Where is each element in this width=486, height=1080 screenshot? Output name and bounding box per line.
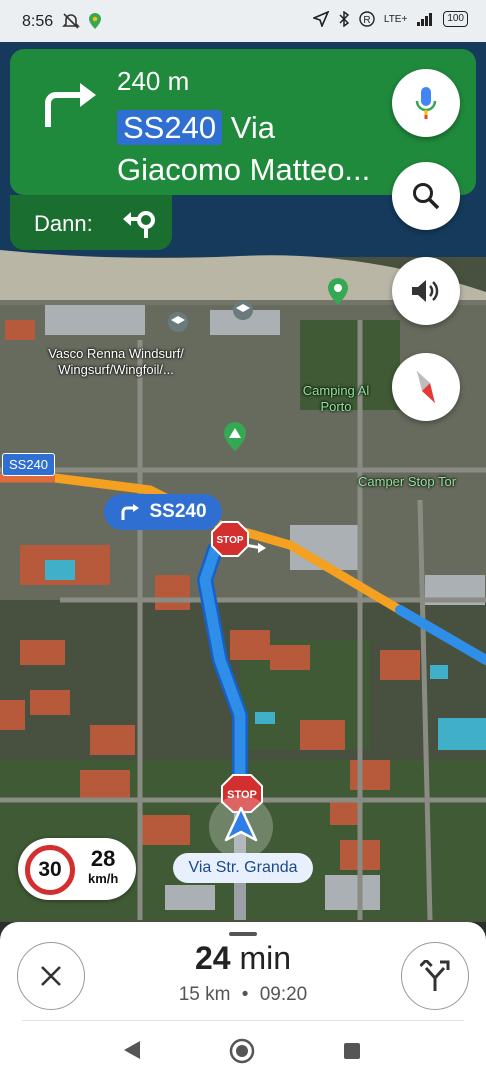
- current-location-icon: [209, 795, 273, 859]
- separator: •: [241, 984, 249, 1005]
- trip-distance: 15 km: [178, 984, 231, 1005]
- turn-chip-label: SS240: [149, 501, 207, 522]
- mic-icon: [415, 87, 437, 119]
- current-street-label: Via Str. Granda: [173, 853, 313, 883]
- stop-sign-icon: STOP: [211, 521, 249, 557]
- speed-limit-sign: 30: [25, 845, 75, 895]
- then-instruction-card[interactable]: Dann:: [10, 195, 172, 250]
- status-bar: 8:56 R LTE+ 100: [0, 0, 486, 42]
- map-place-label[interactable]: Camping Al Porto: [296, 383, 376, 415]
- network-type: LTE+: [383, 13, 408, 25]
- back-icon[interactable]: [122, 1039, 142, 1061]
- map-place-label[interactable]: Vasco Renna Windsurf/ Wingsurf/Wingfoil/…: [36, 346, 196, 378]
- alternate-routes-button[interactable]: [401, 942, 469, 1010]
- search-button[interactable]: [392, 162, 460, 230]
- volume-icon: [412, 280, 439, 302]
- svg-text:R: R: [363, 15, 370, 26]
- street-name: SS240 Via Giacomo Matteo...: [117, 107, 402, 191]
- bluetooth-icon: [339, 11, 350, 27]
- current-speed-value: 28: [90, 846, 116, 871]
- divider: [22, 1020, 464, 1021]
- voice-search-button[interactable]: [392, 69, 460, 137]
- duration-value: 24: [194, 940, 231, 976]
- alt-routes-icon: [420, 960, 450, 991]
- location-arrow-icon: [312, 11, 329, 27]
- road-shield-label: SS240: [2, 453, 56, 476]
- battery-indicator: 100: [443, 11, 468, 27]
- current-speed: 28 km/h: [88, 846, 119, 889]
- signal-icon: [417, 13, 433, 26]
- sound-button[interactable]: [392, 257, 460, 325]
- roaming-icon: R: [359, 11, 375, 27]
- turn-right-icon: [45, 83, 96, 127]
- compass-button[interactable]: [392, 353, 460, 421]
- then-label: Dann:: [34, 211, 93, 236]
- sheet-handle[interactable]: [229, 932, 257, 936]
- system-navigation-bar: [0, 1022, 486, 1080]
- speed-display: 30 28 km/h: [18, 838, 136, 900]
- turn-chip[interactable]: SS240: [104, 494, 222, 530]
- map-place-label[interactable]: Camper Stop Tor: [358, 474, 486, 490]
- maps-notification-icon: [89, 13, 101, 29]
- trip-summary-sheet[interactable]: 24 min 15 km • 09:20: [0, 922, 486, 1022]
- arrival-time: 09:20: [259, 984, 308, 1005]
- place-pin-icon[interactable]: [168, 312, 188, 332]
- recents-icon[interactable]: [343, 1042, 361, 1060]
- place-pin-icon[interactable]: [233, 300, 253, 320]
- road-shield: SS240: [117, 110, 223, 145]
- compass-icon: [416, 370, 436, 404]
- duration-unit: min: [239, 940, 292, 976]
- speed-unit: km/h: [88, 871, 119, 886]
- home-icon[interactable]: [229, 1038, 255, 1064]
- search-icon: [413, 183, 440, 210]
- turn-right-icon: [121, 504, 140, 520]
- turn-distance: 240 m: [117, 66, 190, 96]
- mute-icon: [62, 13, 80, 29]
- status-time: 8:56: [22, 13, 54, 30]
- turn-left-roundabout-icon: [123, 211, 155, 238]
- svg-text:STOP: STOP: [216, 535, 243, 546]
